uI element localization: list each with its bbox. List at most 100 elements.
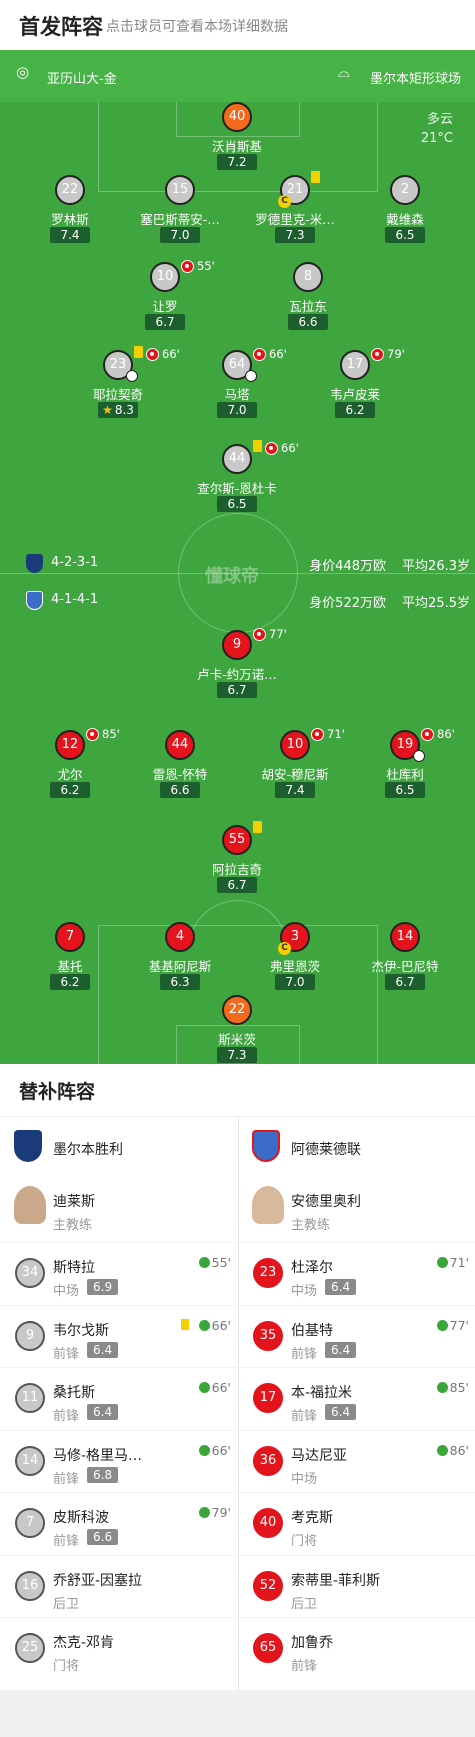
away-player[interactable]: 10 胡安-穆尼斯 7.4 71' [235,727,355,810]
away-sub-row[interactable]: 17 本-福拉米 前锋 6.4 85' [238,1367,475,1429]
away-sub-number: 40 [253,1508,283,1538]
home-sub-row[interactable]: 7 皮斯科波 前锋 6.6 79' [0,1492,237,1554]
away-sub-position: 门将 [291,1534,318,1549]
home-player-rating: 6.5 [217,496,257,512]
away-player-rating: 6.7 [385,974,425,990]
home-sub-row[interactable]: 16 乔舒亚-因塞拉 后卫 [0,1554,237,1617]
away-sub-name: 索蒂里-菲利斯 [291,1572,381,1589]
away-coach-name: 安德里奥利 [291,1194,361,1210]
away-player-name: 卢卡-约万诺… [197,667,277,682]
home-age: 平均26.3岁 [402,559,470,574]
away-player[interactable]: 7 基托 6.2 [10,922,130,1002]
away-player[interactable]: 9 卢卡-约万诺… 6.7 77' [177,627,297,710]
home-sub-in-minute: 55' [211,1255,231,1270]
home-player-rating: 6.5 [385,227,425,243]
sub-out-minute: 77' [269,627,287,641]
away-sub-row[interactable]: 52 索蒂里-菲利斯 后卫 [238,1554,475,1617]
away-team-info: 4-1-4-1 身价522万欧 平均25.5岁 [0,589,475,613]
away-player[interactable]: 44 雷恩-怀特 6.6 [120,730,240,810]
away-player[interactable]: 19 杜库利 6.5 86' [345,727,465,810]
home-player[interactable]: 8 瓦拉东 6.6 [248,262,368,342]
subs-title: 替补阵容 [19,1081,96,1103]
home-sub-position: 前锋 [53,1346,80,1362]
home-player[interactable]: 44 查尔斯-恩杜卡 6.5 66' [177,440,299,524]
stadium-name: 墨尔本矩形球场 [370,72,462,87]
home-player[interactable]: 15 塞巴斯蒂安-… 7.0 [120,175,240,255]
away-player[interactable]: 14 杰伊-巴尼特 6.7 [345,922,465,1002]
home-player[interactable]: 10 让罗 6.7 55' [105,259,225,342]
home-sub-row[interactable]: 9 韦尔戈斯 前锋 6.4 66' [0,1304,237,1367]
sub-out-minute: 79' [387,347,405,361]
home-sub-rating: 6.9 [87,1279,119,1295]
home-coach-name: 迪莱斯 [53,1194,95,1210]
home-sub-number: 14 [15,1445,45,1476]
home-sub-row[interactable]: 34 斯特拉 中场 6.9 55' [0,1242,237,1304]
home-sub-row[interactable]: 25 杰克-邓肯 门将 [0,1617,237,1679]
home-team-row: 墨尔本胜利 [0,1116,237,1178]
home-sub-in-minute: 66' [211,1380,231,1395]
goal-ball-icon [413,750,425,762]
home-player-number: 15 [165,175,195,205]
yellow-card-icon [253,440,262,452]
away-value: 身价522万欧 [309,596,386,611]
sub-out-icon [265,442,278,455]
home-player[interactable]: 40 沃肖斯基 7.2 [177,102,297,182]
away-player-name: 阿拉吉奇 [211,862,262,877]
away-sub-row[interactable]: 23 杜泽尔 中场 6.4 71' [238,1242,475,1304]
sub-in-icon [436,1257,448,1268]
away-sub-rating: 6.4 [325,1404,357,1420]
home-sub-number: 9 [15,1320,45,1351]
captain-icon: C [278,942,291,955]
home-player[interactable]: 21 罗德里克-米… 7.3 C [235,171,355,255]
sub-out-minute: 55' [197,259,215,273]
away-player[interactable]: 4 基基阿尼斯 6.3 [120,922,240,1002]
home-player-number: 22 [55,175,85,205]
home-sub-number: 7 [15,1508,45,1538]
home-player[interactable]: 23 耶拉契奇 ★ 8.3 66' [58,346,180,430]
away-sub-row[interactable]: 65 加鲁乔 前锋 [238,1617,475,1679]
home-coach-row[interactable]: 迪莱斯 主教练 [0,1178,237,1242]
away-player[interactable]: 55 阿拉吉奇 6.7 [177,821,297,905]
home-sub-number: 34 [15,1258,45,1288]
home-player-name: 查尔斯-恩杜卡 [197,481,277,496]
home-sub-in: 55' [198,1255,231,1270]
away-player-name: 尤尔 [57,767,83,782]
home-sub-position: 门将 [53,1659,80,1674]
home-sub-in: 66' [198,1318,231,1333]
away-logo-icon [252,1130,280,1162]
away-player[interactable]: 22 斯米茨 7.3 [177,995,297,1064]
home-player-rating-value: 8.3 [114,403,134,417]
home-player[interactable]: 17 韦卢皮莱 6.2 79' [295,347,415,430]
away-sub-row[interactable]: 35 伯基特 前锋 6.4 77' [238,1304,475,1367]
star-icon: ★ [102,403,113,417]
away-sub-name: 马达尼亚 [291,1447,347,1464]
away-sub-row[interactable]: 40 考克斯 门将 [238,1492,475,1554]
home-sub-name: 韦尔戈斯 [53,1322,109,1339]
away-player-name: 基基阿尼斯 [148,959,212,974]
away-coach-row[interactable]: 安德里奥利 主教练 [238,1178,475,1242]
away-sub-number: 65 [253,1633,283,1663]
away-sub-in-minute: 71' [449,1255,469,1270]
home-player[interactable]: 64 马塔 7.0 66' [177,347,297,430]
away-sub-in-minute: 85' [449,1380,469,1395]
away-player-number: 12 [55,730,85,760]
sub-out-icon [146,348,159,361]
home-sub-rating: 6.8 [87,1466,119,1483]
home-player-number: 40 [222,102,252,132]
away-sub-row[interactable]: 36 马达尼亚 中场 86' [238,1429,475,1492]
home-sub-number: 25 [15,1633,45,1663]
sub-out-icon [311,728,324,741]
home-player[interactable]: 2 戴维森 6.5 [345,175,465,255]
home-player[interactable]: 22 罗林斯 7.4 [10,175,130,255]
home-sub-row[interactable]: 14 马修-格里马… 前锋 6.8 66' [0,1429,237,1492]
away-player[interactable]: 3 弗里恩茨 7.0 C [235,922,355,1002]
away-badge-icon [26,591,43,610]
weather-condition: 多云 [426,112,453,127]
home-player-rating: 7.4 [50,227,90,243]
home-sub-row[interactable]: 11 桑托斯 前锋 6.4 66' [0,1367,237,1429]
home-player-rating: ★ 8.3 [98,402,138,418]
home-sub-in: 79' [198,1505,231,1520]
home-player-name: 塞巴斯蒂安-… [140,212,220,227]
away-player[interactable]: 12 尤尔 6.2 85' [10,727,130,810]
away-player-rating: 6.2 [50,974,90,990]
